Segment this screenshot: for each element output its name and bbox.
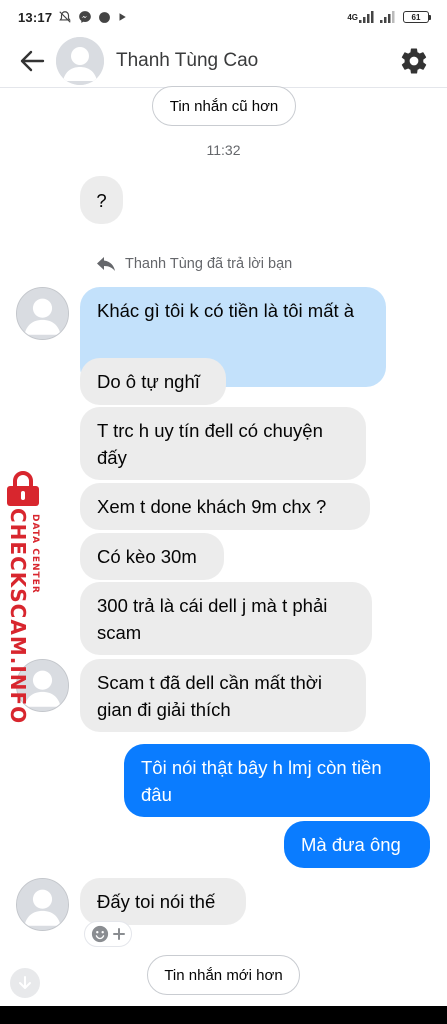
message-bubble-received[interactable]: Do ô tự nghĩ xyxy=(80,358,226,405)
message-bubble-received[interactable]: Đấy toi nói thế xyxy=(80,878,246,925)
newer-messages-button[interactable]: Tin nhắn mới hơn xyxy=(147,955,300,995)
battery-icon: 61 xyxy=(403,11,431,23)
message-text: Do ô tự nghĩ xyxy=(97,371,200,392)
status-bar: 13:17 4G 61 xyxy=(0,0,447,34)
watermark-main-text: CHECKSCAM.INFO xyxy=(6,508,30,725)
message-text: Đấy toi nói thế xyxy=(97,891,216,912)
bell-off-icon xyxy=(58,10,72,24)
message-bubble-received[interactable]: ? xyxy=(80,176,123,224)
back-button[interactable] xyxy=(17,46,47,76)
message-text: Mà đưa ông xyxy=(301,834,401,855)
scroll-down-button[interactable] xyxy=(10,968,40,998)
message-text: Tôi nói thật bây h lmj còn tiền đâu xyxy=(141,756,382,805)
watermark: CHECKSCAM.INFO DATA CENTER xyxy=(2,470,50,724)
settings-button[interactable] xyxy=(398,45,430,77)
chat-header: Thanh Tùng Cao xyxy=(0,34,447,88)
reply-indicator: Thanh Tùng đã trả lời bạn xyxy=(96,256,292,272)
message-text: Có kèo 30m xyxy=(97,546,197,567)
messenger-icon xyxy=(78,10,92,24)
message-timestamp: 11:32 xyxy=(206,142,241,158)
watermark-sub-text: DATA CENTER xyxy=(30,514,40,594)
message-bubble-received[interactable]: Có kèo 30m xyxy=(80,533,224,580)
signal-icon-2 xyxy=(380,11,398,23)
circle-icon xyxy=(98,11,111,24)
message-bubble-received[interactable]: 300 trả là cái dell j mà t phải scam xyxy=(80,582,372,655)
message-bubble-received[interactable]: T trc h uy tín đell có chuyện đấy xyxy=(80,407,366,480)
smiley-icon xyxy=(91,925,109,943)
contact-avatar-small[interactable] xyxy=(16,878,69,931)
message-bubble-received[interactable]: Xem t done khách 9m chx ? xyxy=(80,483,370,530)
battery-level: 61 xyxy=(403,11,429,23)
signal-icon: 4G xyxy=(347,11,375,23)
contact-avatar[interactable] xyxy=(56,36,104,85)
system-nav-bar xyxy=(0,1006,447,1024)
arrow-down-icon xyxy=(19,976,31,989)
plus-icon xyxy=(113,928,125,940)
message-text: T trc h uy tín đell có chuyện đấy xyxy=(97,419,323,468)
add-reaction-button[interactable] xyxy=(84,921,132,947)
play-icon xyxy=(117,12,127,22)
message-text: ? xyxy=(96,189,107,211)
reply-note-text: Thanh Tùng đã trả lời bạn xyxy=(125,256,293,272)
arrow-left-icon xyxy=(20,50,45,71)
contact-avatar-small[interactable] xyxy=(16,287,69,340)
message-text: Xem t done khách 9m chx ? xyxy=(97,496,327,517)
lock-icon xyxy=(7,471,39,506)
quoted-message-text: Khác gì tôi k có tiền là tôi mất à xyxy=(97,300,355,321)
reply-icon xyxy=(97,257,115,271)
message-bubble-sent[interactable]: Mà đưa ông xyxy=(284,821,430,868)
default-avatar-icon xyxy=(17,288,68,339)
default-avatar-icon xyxy=(17,879,68,930)
older-messages-button[interactable]: Tin nhắn cũ hơn xyxy=(152,86,296,126)
message-bubble-sent[interactable]: Tôi nói thật bây h lmj còn tiền đâu xyxy=(124,744,430,817)
network-label: 4G xyxy=(347,12,358,22)
gear-icon xyxy=(401,47,427,74)
message-bubble-received[interactable]: Scam t đã dell cần mất thời gian đi giải… xyxy=(80,659,366,732)
default-avatar-icon xyxy=(56,36,104,85)
message-text: 300 trả là cái dell j mà t phải scam xyxy=(97,594,328,643)
status-time: 13:17 xyxy=(18,9,53,25)
contact-name[interactable]: Thanh Tùng Cao xyxy=(116,50,258,72)
message-text: Scam t đã dell cần mất thời gian đi giải… xyxy=(97,671,322,720)
